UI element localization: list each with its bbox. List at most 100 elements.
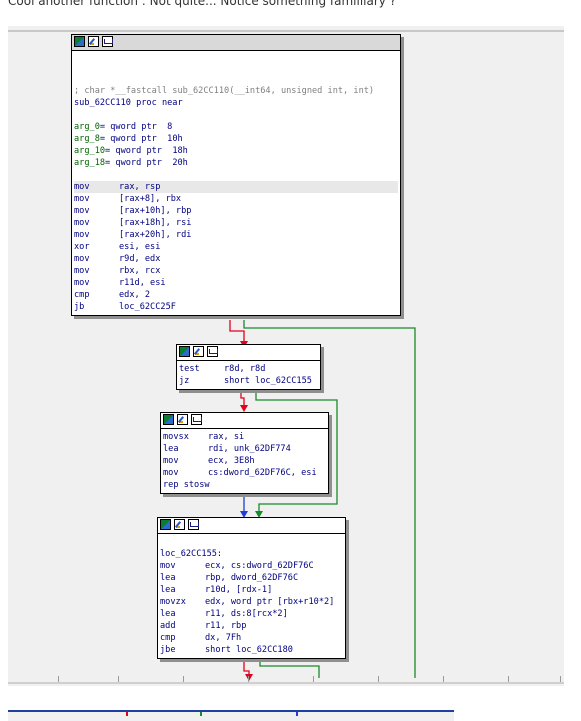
instruction-operands[interactable]: edx, word ptr [rbx+r10*2] <box>205 597 334 607</box>
instruction-operands[interactable]: [rax+18h], rsi <box>119 218 191 228</box>
xrefs-icon[interactable] <box>102 36 113 47</box>
instruction-line[interactable]: mov [rax+8], rbx <box>74 193 398 205</box>
instruction-line[interactable]: rep stosw <box>163 479 326 491</box>
instruction-mnemonic: movsx <box>163 432 189 442</box>
next-screenshot-edge <box>8 710 454 721</box>
instruction-line[interactable]: add r11, rbp <box>160 620 343 632</box>
stack-var-type: qword ptr 10h <box>110 134 183 144</box>
instruction-line[interactable]: mov [rax+10h], rbp <box>74 205 398 217</box>
stack-var-type: qword ptr 20h <box>115 158 188 168</box>
instruction-line[interactable]: mov r9d, edx <box>74 253 398 265</box>
instruction-mnemonic: movzx <box>160 597 186 607</box>
instruction-operands[interactable]: rax, rsp <box>119 182 160 192</box>
instruction-mnemonic: mov <box>74 206 90 216</box>
edit-node-icon[interactable] <box>88 36 99 47</box>
instruction-line[interactable]: lea r10d, [rdx-1] <box>160 584 343 596</box>
instruction-line[interactable]: mov [rax+18h], rsi <box>74 217 398 229</box>
instruction-mnemonic: rep stosw <box>163 480 210 490</box>
instruction-operands[interactable]: short loc_62CC180 <box>205 645 293 655</box>
instruction-mnemonic: add <box>160 621 176 631</box>
graph-color-icon[interactable] <box>179 346 190 357</box>
loc-62CC155-block[interactable]: loc_62CC155: mov ecx, cs:dword_62DF76C lea r… <box>157 517 346 659</box>
stack-var-name[interactable]: arg_18 <box>74 158 105 168</box>
instruction-operands[interactable]: [rax+10h], rbp <box>119 206 191 216</box>
node-body: loc_62CC155: mov ecx, cs:dword_62DF76C lea r… <box>158 534 345 658</box>
instruction-mnemonic: mov <box>163 456 179 466</box>
instruction-line[interactable]: mov [rax+20h], rdi <box>74 229 398 241</box>
instruction-operands[interactable]: r10d, [rdx-1] <box>205 585 272 595</box>
rep-stosw-block[interactable]: movsx rax, si lea rdi, unk_62DF774mov ecx, 3… <box>160 412 329 494</box>
instruction-mnemonic: mov <box>74 278 90 288</box>
node-titlebar <box>177 345 320 361</box>
instruction-line[interactable]: lea rdi, unk_62DF774 <box>163 443 326 455</box>
instruction-mnemonic: lea <box>160 573 176 583</box>
instruction-operands[interactable]: r9d, edx <box>119 254 160 264</box>
instruction-operands[interactable]: r11, ds:8[rcx*2] <box>205 609 288 619</box>
instruction-line[interactable]: lea rbp, dword_62DF76C <box>160 572 343 584</box>
xrefs-icon[interactable] <box>188 519 199 530</box>
code-label: loc_62CC155: <box>160 549 223 559</box>
instruction-line[interactable]: mov rbx, rcx <box>74 265 398 277</box>
instruction-mnemonic: jb <box>74 302 85 312</box>
edit-node-icon[interactable] <box>193 346 204 357</box>
instruction-operands[interactable]: rbx, rcx <box>119 266 160 276</box>
instruction-operands[interactable]: cs:dword_62DF76C, esi <box>208 468 317 478</box>
instruction-line[interactable]: cmp dx, 7Fh <box>160 632 343 644</box>
instruction-line[interactable]: jbe short loc_62CC180 <box>160 644 343 656</box>
instruction-line[interactable]: xor esi, esi <box>74 241 398 253</box>
instruction-line[interactable]: cmp edx, 2 <box>74 289 398 301</box>
instruction-line[interactable]: test r8d, r8d <box>179 363 318 375</box>
instruction-line[interactable]: mov cs:dword_62DF76C, esi <box>163 467 326 479</box>
graph-color-icon[interactable] <box>74 36 85 47</box>
instruction-operands[interactable]: rax, si <box>208 432 244 442</box>
instruction-operands[interactable]: edx, 2 <box>119 290 150 300</box>
instruction-line[interactable]: mov r11d, esi <box>74 277 398 289</box>
instruction-operands[interactable]: [rax+8], rbx <box>119 194 181 204</box>
instruction-operands[interactable]: r11d, esi <box>119 278 166 288</box>
instruction-mnemonic: xor <box>74 242 90 252</box>
instruction-operands[interactable]: short loc_62CC155 <box>224 376 312 386</box>
instruction-line[interactable]: jb loc_62CC25F <box>74 301 398 313</box>
instruction-line[interactable]: movzx edx, word ptr [rbx+r10*2] <box>160 596 343 608</box>
function-entry-block[interactable]: ; char *__fastcall sub_62CC110(__int64, … <box>71 34 401 316</box>
instruction-operands[interactable]: r11, rbp <box>205 621 246 631</box>
ida-graph-view[interactable]: ; char *__fastcall sub_62CC110(__int64, … <box>8 26 564 686</box>
instruction-line[interactable]: lea r11, ds:8[rcx*2] <box>160 608 343 620</box>
graph-color-icon[interactable] <box>163 414 174 425</box>
edit-node-icon[interactable] <box>177 414 188 425</box>
instruction-line[interactable]: mov ecx, 3E8h <box>163 455 326 467</box>
instruction-operands[interactable]: r8d, r8d <box>224 364 265 374</box>
stack-var-name[interactable]: arg_10 <box>74 146 105 156</box>
instruction-mnemonic: lea <box>163 444 179 454</box>
instruction-mnemonic: lea <box>160 609 176 619</box>
instruction-operands[interactable]: esi, esi <box>119 242 160 252</box>
instruction-line[interactable]: jz short loc_62CC155 <box>179 375 318 387</box>
instruction-operands[interactable]: rdi, unk_62DF774 <box>208 444 291 454</box>
xrefs-icon[interactable] <box>191 414 202 425</box>
edit-node-icon[interactable] <box>174 519 185 530</box>
instruction-operands[interactable]: loc_62CC25F <box>119 302 176 312</box>
stack-var-type: qword ptr 8 <box>110 122 173 132</box>
stack-var-name[interactable]: arg_0 <box>74 122 100 132</box>
instruction-operands[interactable]: rbp, dword_62DF76C <box>205 573 298 583</box>
stack-var-line: arg_18= qword ptr 20h <box>74 158 188 168</box>
instruction-line[interactable]: movsx rax, si <box>163 431 326 443</box>
stack-var-name[interactable]: arg_8 <box>74 134 100 144</box>
instruction-mnemonic: jbe <box>160 645 176 655</box>
instruction-operands[interactable]: ecx, cs:dword_62DF76C <box>205 561 314 571</box>
instruction-line[interactable]: mov rax, rsp <box>74 181 398 193</box>
graph-color-icon[interactable] <box>160 519 171 530</box>
node-body: test r8d, r8d jz short loc_62CC155 <box>177 361 320 389</box>
instruction-mnemonic: mov <box>163 468 179 478</box>
instruction-operands[interactable]: [rax+20h], rdi <box>119 230 191 240</box>
xrefs-icon[interactable] <box>207 346 218 357</box>
instruction-operands[interactable]: dx, 7Fh <box>205 633 241 643</box>
instruction-operands[interactable]: ecx, 3E8h <box>208 456 255 466</box>
instruction-line[interactable]: mov ecx, cs:dword_62DF76C <box>160 560 343 572</box>
stack-var-line: arg_10= qword ptr 18h <box>74 146 188 156</box>
test-branch-block[interactable]: test r8d, r8d jz short loc_62CC155 <box>176 344 321 390</box>
instruction-mnemonic: mov <box>160 561 176 571</box>
code-label: sub_62CC110 proc near <box>74 98 183 108</box>
